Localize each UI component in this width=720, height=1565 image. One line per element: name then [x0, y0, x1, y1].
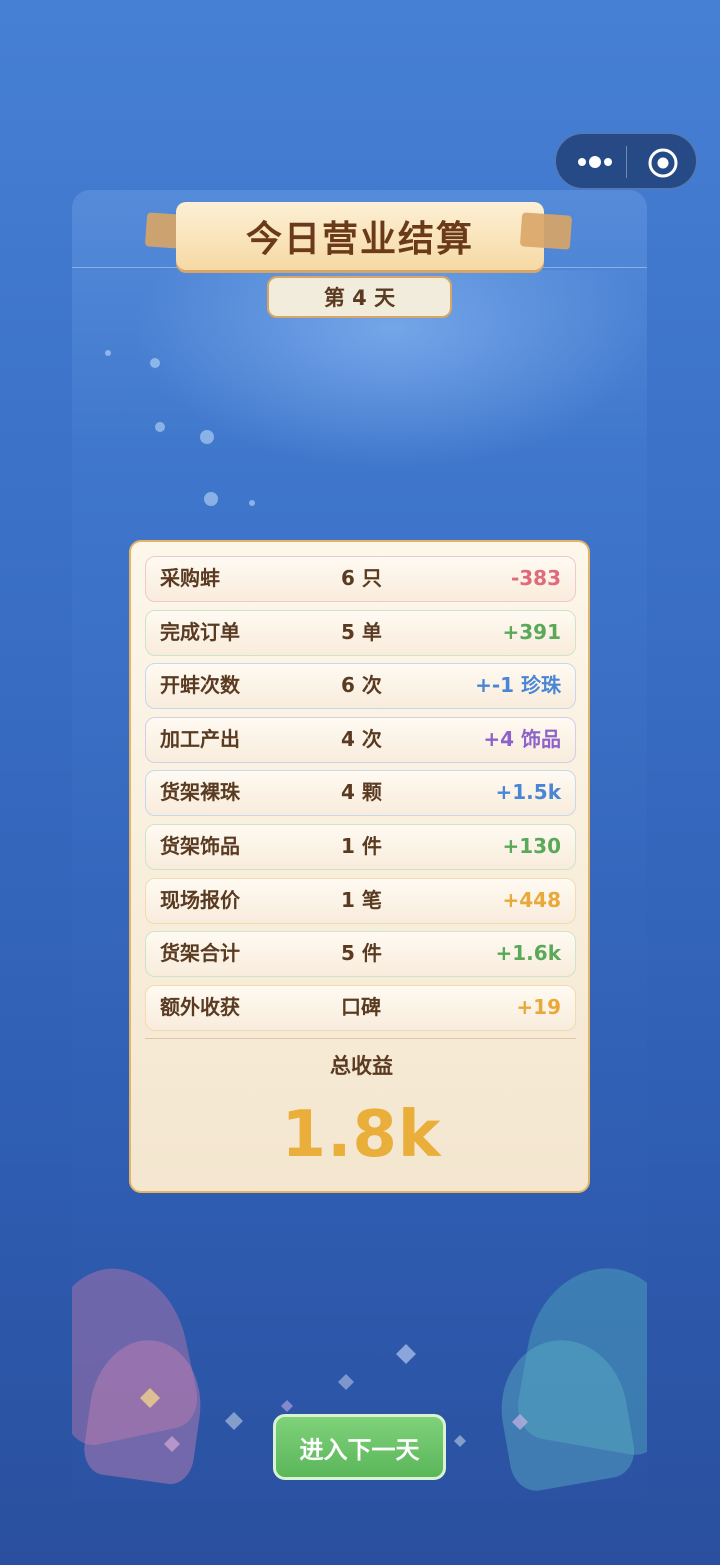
row-count: 4 颗 — [341, 780, 382, 805]
row-value: +4 饰品 — [483, 726, 561, 751]
row-label: 货架裸珠 — [160, 780, 240, 805]
row-count: 4 次 — [341, 726, 382, 751]
total-divider — [145, 1038, 576, 1039]
bubble — [150, 358, 160, 368]
row-count: 5 单 — [341, 619, 382, 644]
row-count: 6 只 — [341, 566, 382, 590]
summary-row: 加工产出 4 次 +4 饰品 — [145, 716, 576, 763]
summary-row: 货架裸珠 4 颗 +1.5k — [145, 770, 576, 817]
more-dots-icon[interactable] — [574, 134, 628, 190]
row-label: 货架合计 — [160, 941, 240, 966]
summary-row: 开蚌次数 6 次 +-1 珍珠 — [145, 663, 576, 710]
bubble — [155, 422, 165, 432]
day-badge: 第 4 天 — [267, 276, 452, 318]
row-value: +391 — [502, 619, 561, 644]
row-value: -383 — [510, 566, 561, 590]
capsule-divider — [626, 146, 627, 178]
summary-row: 采购蚌 6 只 -383 — [145, 556, 576, 602]
summary-row: 现场报价 1 笔 +448 — [145, 877, 576, 924]
row-value: +448 — [502, 887, 561, 912]
summary-row: 完成订单 5 单 +391 — [145, 609, 576, 656]
row-count: 口碑 — [341, 994, 381, 1019]
close-miniprogram-icon[interactable] — [646, 146, 680, 180]
row-value: +-1 珍珠 — [475, 673, 561, 698]
miniprogram-capsule — [555, 133, 697, 189]
bubble — [200, 430, 214, 444]
row-label: 开蚌次数 — [160, 673, 240, 698]
row-value: +1.6k — [495, 941, 562, 966]
page-title: 今日营业结算 — [176, 202, 544, 270]
summary-rows: 采购蚌 6 只 -383 完成订单 5 单 +391 开蚌次数 6 次 +-1 珍珠 加工产… — [145, 556, 576, 1038]
row-label: 额外收获 — [160, 994, 240, 1019]
bubble — [204, 492, 218, 506]
row-count: 5 件 — [341, 941, 382, 966]
bubble — [105, 350, 111, 356]
summary-row: 货架饰品 1 件 +130 — [145, 823, 576, 870]
row-label: 完成订单 — [160, 619, 240, 644]
row-count: 1 笔 — [341, 887, 382, 912]
row-value: +19 — [516, 994, 561, 1019]
bubble — [249, 500, 255, 506]
row-label: 采购蚌 — [160, 566, 220, 590]
row-value: +1.5k — [495, 780, 562, 805]
row-label: 现场报价 — [160, 887, 240, 912]
row-label: 加工产出 — [160, 726, 240, 751]
row-count: 6 次 — [341, 673, 382, 698]
summary-row: 额外收获 口碑 +19 — [145, 984, 576, 1031]
row-label: 货架饰品 — [160, 833, 240, 858]
title-tape-right — [519, 212, 573, 250]
next-day-button[interactable]: 进入下一天 — [273, 1414, 446, 1480]
row-count: 1 件 — [341, 833, 382, 858]
row-value: +130 — [502, 833, 561, 858]
summary-card: 采购蚌 6 只 -383 完成订单 5 单 +391 开蚌次数 6 次 +-1 珍珠 加工产… — [129, 540, 590, 1193]
total-label: 总收益 — [330, 1054, 393, 1078]
total-value: 1.8k — [281, 1098, 442, 1172]
summary-row: 货架合计 5 件 +1.6k — [145, 931, 576, 978]
